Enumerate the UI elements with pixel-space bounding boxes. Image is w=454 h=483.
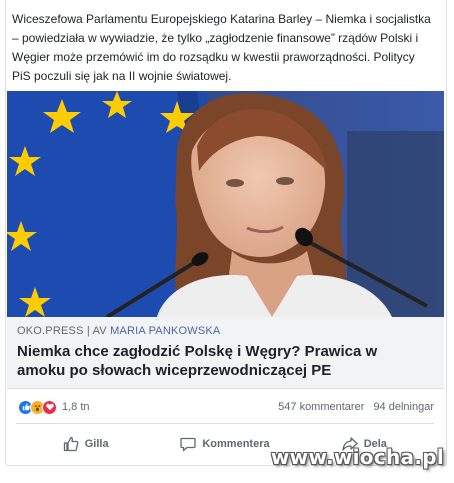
link-separator: | AV	[83, 325, 111, 337]
photo-illustration	[7, 91, 444, 317]
link-source: OKO.PRESS | AV MARIA PANKOWSKA	[17, 325, 220, 337]
thumbs-up-icon	[63, 436, 79, 452]
like-button-label: Gilla	[84, 438, 109, 450]
link-domain: OKO.PRESS	[17, 325, 84, 337]
post-text: Wiceszefowa Parlamentu Europejskiego Kat…	[12, 12, 431, 83]
comment-count[interactable]: 547 kommentarer	[278, 401, 364, 413]
site-watermark: www.wiocha.pl	[270, 445, 444, 469]
comment-button-label: Kommentera	[202, 438, 270, 450]
post-stats: 547 kommentarer 94 delningar	[278, 401, 434, 413]
love-reaction-icon	[42, 399, 57, 415]
link-title[interactable]: Niemka chce zagłodzić Polskę i Węgry? Pr…	[17, 342, 417, 380]
actions-divider	[16, 423, 434, 424]
reaction-count: 1,8 tn	[62, 401, 90, 413]
article-photo[interactable]	[7, 91, 444, 317]
link-preview[interactable]: OKO.PRESS | AV MARIA PANKOWSKA Niemka ch…	[7, 317, 444, 389]
like-button[interactable]: Gilla	[16, 430, 155, 458]
share-count[interactable]: 94 delningar	[373, 401, 434, 413]
reactions-summary[interactable]: 1,8 tn	[18, 399, 90, 415]
link-author[interactable]: MARIA PANKOWSKA	[110, 325, 220, 337]
speech-bubble-icon	[180, 437, 197, 452]
